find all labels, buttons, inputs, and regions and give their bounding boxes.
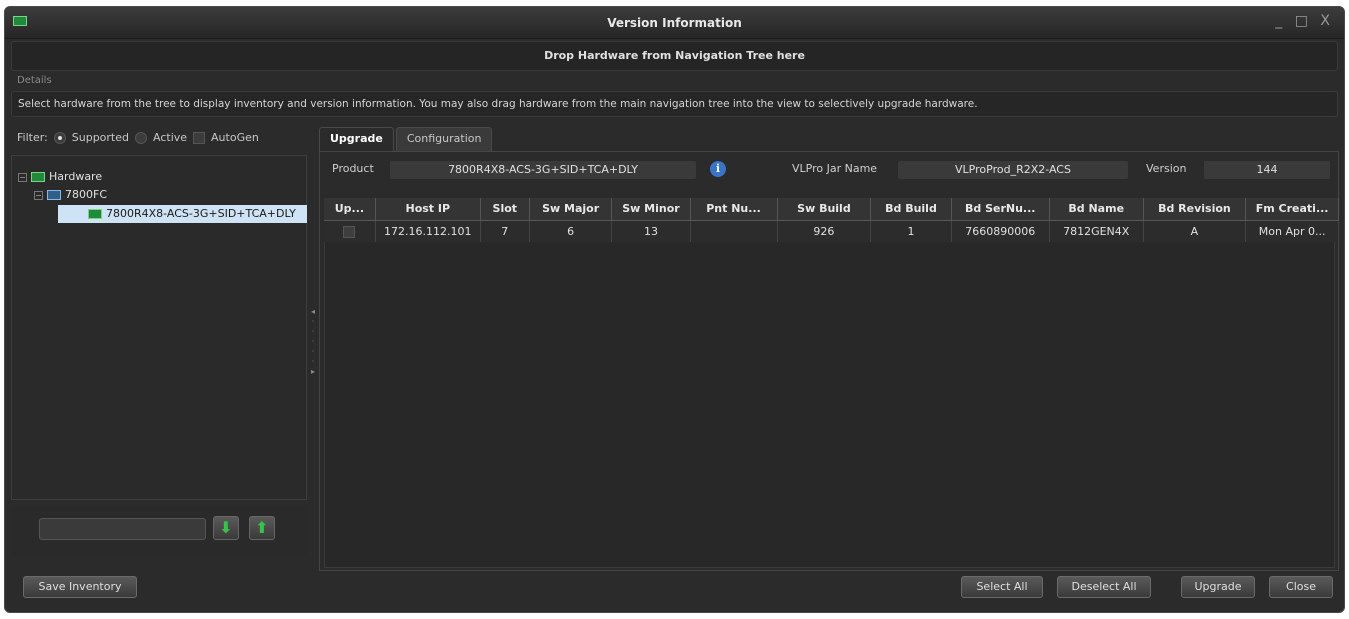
col-sw-minor[interactable]: Sw Minor xyxy=(611,198,691,221)
tree-item-frame[interactable]: − 7800FC xyxy=(34,186,107,204)
arrow-down-icon[interactable]: ⬇ xyxy=(213,516,239,540)
row-upgrade-checkbox[interactable] xyxy=(324,220,376,242)
filter-active-label: Active xyxy=(153,131,188,144)
table-header-row: Up... Host IP Slot Sw Major Sw Minor Pnt… xyxy=(324,198,1339,221)
jar-name-value: VLProProd_R2X2-ACS xyxy=(898,161,1128,179)
jar-name-label: VLPro Jar Name xyxy=(792,162,878,175)
col-pnt-number[interactable]: Pnt Nu... xyxy=(690,198,778,221)
select-all-button[interactable]: Select All xyxy=(961,576,1043,598)
filter-supported-label: Supported xyxy=(71,131,129,144)
filter-bar: Filter: Supported Active AutoGen xyxy=(17,131,259,144)
cell-sw-build: 926 xyxy=(777,220,872,242)
tab-upgrade[interactable]: Upgrade xyxy=(319,127,394,151)
filter-supported-radio[interactable] xyxy=(53,131,66,144)
details-label: Details xyxy=(17,75,52,86)
window-controls[interactable]: _ □ X xyxy=(1275,13,1334,29)
card-icon xyxy=(88,209,102,219)
cell-bd-name: 7812GEN4X xyxy=(1049,220,1144,242)
inventory-table: Up... Host IP Slot Sw Major Sw Minor Pnt… xyxy=(324,198,1339,242)
inventory-table-area xyxy=(324,198,1335,568)
product-value: 7800R4X8-ACS-3G+SID+TCA+DLY xyxy=(390,161,696,179)
save-inventory-button[interactable]: Save Inventory xyxy=(23,576,137,598)
title-bar[interactable]: Version Information _ □ X xyxy=(5,7,1344,39)
col-slot[interactable]: Slot xyxy=(480,198,530,221)
col-fm-creation[interactable]: Fm Creati... xyxy=(1245,198,1339,221)
tree-item-hardware[interactable]: − Hardware xyxy=(18,168,102,186)
splitter-handle[interactable]: ◂ · · · · · ▸ xyxy=(310,307,316,387)
info-icon[interactable]: i xyxy=(710,161,726,177)
col-upgrade[interactable]: Up... xyxy=(324,198,376,221)
version-value: 144 xyxy=(1204,161,1330,179)
upgrade-button[interactable]: Upgrade xyxy=(1181,576,1255,598)
cell-pnt-number xyxy=(690,220,778,242)
col-bd-build[interactable]: Bd Build xyxy=(870,198,952,221)
col-bd-name[interactable]: Bd Name xyxy=(1049,198,1144,221)
tree-item-card[interactable]: 7800R4X8-ACS-3G+SID+TCA+DLY xyxy=(58,205,307,223)
version-label: Version xyxy=(1146,162,1187,175)
cell-sw-major: 6 xyxy=(529,220,613,242)
details-text: Select hardware from the tree to display… xyxy=(11,91,1338,117)
table-row[interactable]: 172.16.112.101 7 6 13 926 1 7660890006 7… xyxy=(324,220,1339,242)
tree-search-input[interactable] xyxy=(39,518,206,540)
hardware-tree: − Hardware −7800FC 7800R4X8-ACS-3G+SID+TC… xyxy=(11,155,307,500)
checkbox[interactable] xyxy=(343,225,356,238)
tree-item-label: 7800R4X8-ACS-3G+SID+TCA+DLY xyxy=(106,207,296,220)
hardware-icon xyxy=(31,172,45,182)
drop-hardware-zone[interactable]: Drop Hardware from Navigation Tree here xyxy=(11,41,1338,71)
close-button[interactable]: Close xyxy=(1269,576,1333,598)
cell-bd-build: 1 xyxy=(870,220,952,242)
cell-fm-creation: Mon Apr 0... xyxy=(1245,220,1339,242)
filter-active-radio[interactable] xyxy=(135,131,147,144)
cell-bd-revision: A xyxy=(1143,220,1247,242)
arrow-up-icon[interactable]: ⬆ xyxy=(249,516,275,540)
deselect-all-button[interactable]: Deselect All xyxy=(1057,576,1151,598)
cell-bd-serial: 7660890006 xyxy=(951,220,1050,242)
tree-search-bar: ⬇ ⬆ xyxy=(11,506,307,556)
cell-sw-minor: 13 xyxy=(611,220,691,242)
cell-host-ip: 172.16.112.101 xyxy=(375,220,481,242)
window-title: Version Information xyxy=(607,16,742,30)
cell-slot: 7 xyxy=(480,220,530,242)
col-bd-revision[interactable]: Bd Revision xyxy=(1143,198,1247,221)
upgrade-panel: Product 7800R4X8-ACS-3G+SID+TCA+DLY i VL… xyxy=(319,151,1339,571)
product-label: Product xyxy=(332,162,374,175)
col-bd-serial[interactable]: Bd SerNu... xyxy=(951,198,1050,221)
col-host-ip[interactable]: Host IP xyxy=(375,198,481,221)
collapse-icon[interactable]: − xyxy=(34,190,43,200)
col-sw-major[interactable]: Sw Major xyxy=(529,198,613,221)
filter-autogen-checkbox[interactable] xyxy=(193,131,206,144)
col-sw-build[interactable]: Sw Build xyxy=(777,198,872,221)
tab-bar: Upgrade Configuration xyxy=(319,127,493,151)
filter-label: Filter: xyxy=(17,131,48,144)
tree-item-label: Hardware xyxy=(49,170,103,183)
version-information-window: Version Information _ □ X Drop Hardware … xyxy=(4,6,1345,613)
frame-icon xyxy=(47,190,61,200)
collapse-icon[interactable]: − xyxy=(18,172,27,182)
tree-item-label: 7800FC xyxy=(65,188,108,201)
filter-autogen-label: AutoGen xyxy=(211,131,259,144)
tab-configuration[interactable]: Configuration xyxy=(395,127,493,151)
